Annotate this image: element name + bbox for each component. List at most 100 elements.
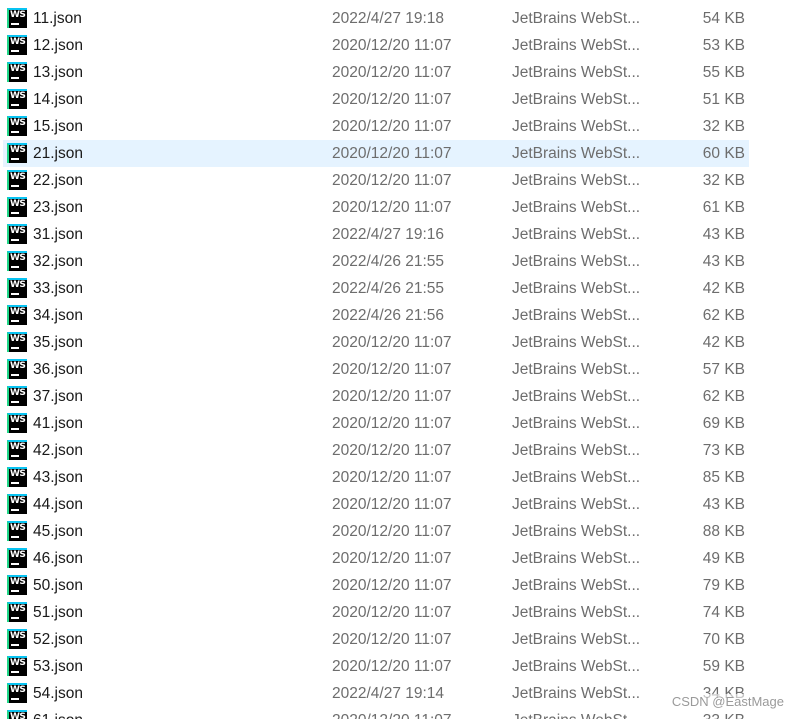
- file-type: JetBrains WebSt...: [512, 37, 641, 54]
- ws-icon-glyph: WS: [10, 577, 26, 587]
- ws-icon-glyph: WS: [10, 253, 26, 263]
- file-name: 43.json: [33, 469, 83, 486]
- file-row[interactable]: WS 45.json 2020/12/20 11:07 JetBrains We…: [0, 518, 798, 545]
- ws-icon-bar: [11, 104, 19, 106]
- webstorm-file-icon: WS: [7, 62, 27, 82]
- file-name: 42.json: [33, 442, 83, 459]
- ws-icon-glyph: WS: [10, 388, 26, 398]
- webstorm-file-icon: WS: [7, 467, 27, 487]
- file-row[interactable]: WS 13.json 2020/12/20 11:07 JetBrains We…: [0, 59, 798, 86]
- file-row[interactable]: WS 15.json 2020/12/20 11:07 JetBrains We…: [0, 113, 798, 140]
- ws-icon-bar: [11, 644, 19, 646]
- file-date-modified: 2020/12/20 11:07: [332, 523, 452, 540]
- file-size: 42 KB: [702, 334, 745, 351]
- file-row[interactable]: WS 31.json 2022/4/27 19:16 JetBrains Web…: [0, 221, 798, 248]
- file-name: 13.json: [33, 64, 83, 81]
- file-size: 73 KB: [702, 442, 745, 459]
- ws-icon-glyph: WS: [10, 307, 26, 317]
- webstorm-file-icon: WS: [7, 575, 27, 595]
- file-name: 33.json: [33, 280, 83, 297]
- file-row[interactable]: WS 43.json 2020/12/20 11:07 JetBrains We…: [0, 464, 798, 491]
- ws-icon-glyph: WS: [10, 64, 26, 74]
- webstorm-file-icon: WS: [7, 35, 27, 55]
- file-row[interactable]: WS 50.json 2020/12/20 11:07 JetBrains We…: [0, 572, 798, 599]
- file-row[interactable]: WS 33.json 2022/4/26 21:55 JetBrains Web…: [0, 275, 798, 302]
- file-type: JetBrains WebSt...: [512, 550, 641, 567]
- file-date-modified: 2020/12/20 11:07: [332, 604, 452, 621]
- file-name: 15.json: [33, 118, 83, 135]
- file-row[interactable]: WS 23.json 2020/12/20 11:07 JetBrains We…: [0, 194, 798, 221]
- ws-icon-glyph: WS: [10, 712, 26, 719]
- file-date-modified: 2020/12/20 11:07: [332, 91, 452, 108]
- file-name: 52.json: [33, 631, 83, 648]
- webstorm-file-icon: WS: [7, 278, 27, 298]
- webstorm-file-icon: WS: [7, 629, 27, 649]
- ws-icon-glyph: WS: [10, 415, 26, 425]
- ws-icon-bar: [11, 509, 19, 511]
- file-type: JetBrains WebSt...: [512, 145, 641, 162]
- ws-icon-bar: [11, 563, 19, 565]
- file-name: 12.json: [33, 37, 83, 54]
- file-type: JetBrains WebSt...: [512, 496, 641, 513]
- webstorm-file-icon: WS: [7, 413, 27, 433]
- file-row[interactable]: WS 51.json 2020/12/20 11:07 JetBrains We…: [0, 599, 798, 626]
- file-row[interactable]: WS 41.json 2020/12/20 11:07 JetBrains We…: [0, 410, 798, 437]
- file-row[interactable]: WS 46.json 2020/12/20 11:07 JetBrains We…: [0, 545, 798, 572]
- ws-icon-glyph: WS: [10, 604, 26, 614]
- file-name: 22.json: [33, 172, 83, 189]
- file-row[interactable]: WS 21.json 2020/12/20 11:07 JetBrains We…: [0, 140, 798, 167]
- file-name: 21.json: [33, 145, 83, 162]
- file-date-modified: 2022/4/27 19:16: [332, 226, 445, 243]
- file-row[interactable]: WS 12.json 2020/12/20 11:07 JetBrains We…: [0, 32, 798, 59]
- webstorm-file-icon: WS: [7, 224, 27, 244]
- ws-icon-bar: [11, 590, 19, 592]
- ws-icon-bar: [11, 401, 19, 403]
- ws-icon-glyph: WS: [10, 226, 26, 236]
- file-row[interactable]: WS 52.json 2020/12/20 11:07 JetBrains We…: [0, 626, 798, 653]
- file-row[interactable]: WS 32.json 2022/4/26 21:55 JetBrains Web…: [0, 248, 798, 275]
- file-row[interactable]: WS 37.json 2020/12/20 11:07 JetBrains We…: [0, 383, 798, 410]
- file-row[interactable]: WS 11.json 2022/4/27 19:18 JetBrains Web…: [0, 5, 798, 32]
- file-size: 69 KB: [702, 415, 745, 432]
- file-row[interactable]: WS 34.json 2022/4/26 21:56 JetBrains Web…: [0, 302, 798, 329]
- file-row[interactable]: WS 42.json 2020/12/20 11:07 JetBrains We…: [0, 437, 798, 464]
- file-size: 62 KB: [702, 388, 745, 405]
- file-row[interactable]: WS 36.json 2020/12/20 11:07 JetBrains We…: [0, 356, 798, 383]
- file-row[interactable]: WS 22.json 2020/12/20 11:07 JetBrains We…: [0, 167, 798, 194]
- webstorm-file-icon: WS: [7, 440, 27, 460]
- ws-icon-bar: [11, 320, 19, 322]
- ws-icon-bar: [11, 239, 19, 241]
- file-date-modified: 2020/12/20 11:07: [332, 658, 452, 675]
- file-name: 54.json: [33, 685, 83, 702]
- file-name: 41.json: [33, 415, 83, 432]
- file-type: JetBrains WebSt...: [512, 442, 641, 459]
- file-type: JetBrains WebSt...: [512, 226, 641, 243]
- ws-icon-glyph: WS: [10, 280, 26, 290]
- file-row[interactable]: WS 53.json 2020/12/20 11:07 JetBrains We…: [0, 653, 798, 680]
- webstorm-file-icon: WS: [7, 521, 27, 541]
- file-type: JetBrains WebSt...: [512, 685, 641, 702]
- file-size: 43 KB: [702, 253, 745, 270]
- file-name: 37.json: [33, 388, 83, 405]
- file-name: 46.json: [33, 550, 83, 567]
- ws-icon-bar: [11, 455, 19, 457]
- webstorm-file-icon: WS: [7, 143, 27, 163]
- ws-icon-bar: [11, 293, 19, 295]
- file-size: 53 KB: [702, 37, 745, 54]
- webstorm-file-icon: WS: [7, 386, 27, 406]
- file-date-modified: 2022/4/26 21:55: [332, 253, 445, 270]
- ws-icon-bar: [11, 266, 19, 268]
- ws-icon-bar: [11, 77, 19, 79]
- webstorm-file-icon: WS: [7, 548, 27, 568]
- webstorm-file-icon: WS: [7, 170, 27, 190]
- file-row[interactable]: WS 14.json 2020/12/20 11:07 JetBrains We…: [0, 86, 798, 113]
- file-date-modified: 2020/12/20 11:07: [332, 469, 452, 486]
- file-name: 50.json: [33, 577, 83, 594]
- file-row[interactable]: WS 44.json 2020/12/20 11:07 JetBrains We…: [0, 491, 798, 518]
- ws-icon-bar: [11, 131, 19, 133]
- webstorm-file-icon: WS: [7, 332, 27, 352]
- webstorm-file-icon: WS: [7, 8, 27, 28]
- ws-icon-glyph: WS: [10, 469, 26, 479]
- file-row[interactable]: WS 35.json 2020/12/20 11:07 JetBrains We…: [0, 329, 798, 356]
- file-name: 32.json: [33, 253, 83, 270]
